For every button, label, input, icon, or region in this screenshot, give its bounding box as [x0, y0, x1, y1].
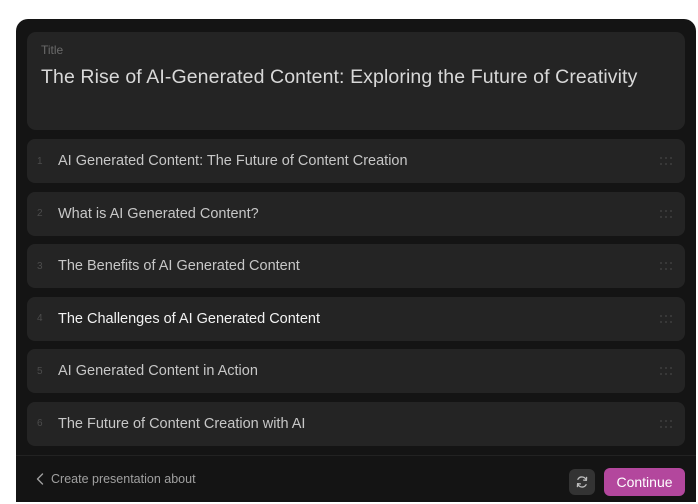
back-button[interactable]: Create presentation about: [36, 456, 196, 502]
title-card[interactable]: Title The Rise of AI-Generated Content: …: [27, 32, 685, 130]
outline-item-number: 1: [37, 155, 43, 167]
outline-item-1[interactable]: 1 AI Generated Content: The Future of Co…: [27, 139, 685, 183]
outline-item-label[interactable]: The Challenges of AI Generated Content: [58, 311, 659, 327]
refresh-button[interactable]: [569, 469, 595, 495]
drag-handle-icon[interactable]: [659, 366, 673, 376]
outline-item-number: 4: [37, 313, 43, 324]
outline-item-label[interactable]: AI Generated Content: The Future of Cont…: [58, 153, 659, 169]
back-button-label: Create presentation about: [51, 472, 196, 486]
outline-item-number: 5: [37, 365, 43, 377]
refresh-icon: [576, 476, 588, 488]
continue-button[interactable]: Continue: [604, 468, 685, 496]
outline-item-label[interactable]: What is AI Generated Content?: [58, 206, 659, 222]
footer-bar: Create presentation about Continue: [16, 455, 696, 502]
outline-item-4[interactable]: 4 The Challenges of AI Generated Content: [27, 296, 685, 341]
outline-item-number: 2: [37, 208, 43, 219]
drag-handle-icon[interactable]: [659, 314, 673, 324]
chevron-left-icon: [36, 473, 44, 485]
outline-item-6[interactable]: 6 The Future of Content Creation with AI: [27, 401, 685, 446]
outline-item-5[interactable]: 5 AI Generated Content in Action: [27, 349, 685, 393]
outline-panel: Title The Rise of AI-Generated Content: …: [16, 19, 696, 502]
outline-item-number: 3: [37, 260, 43, 272]
outline-item-3[interactable]: 3 The Benefits of AI Generated Content: [27, 244, 685, 288]
drag-handle-icon[interactable]: [659, 209, 673, 219]
drag-handle-icon[interactable]: [659, 156, 673, 166]
drag-handle-icon[interactable]: [659, 261, 673, 271]
outline-item-2[interactable]: 2 What is AI Generated Content?: [27, 191, 685, 236]
outline-item-label[interactable]: AI Generated Content in Action: [58, 363, 659, 379]
outline-item-label[interactable]: The Future of Content Creation with AI: [58, 416, 659, 432]
outline-list: 1 AI Generated Content: The Future of Co…: [27, 139, 685, 454]
drag-handle-icon[interactable]: [659, 419, 673, 429]
title-caption: Title: [41, 43, 64, 57]
outline-item-label[interactable]: The Benefits of AI Generated Content: [58, 258, 659, 274]
outline-item-number: 6: [37, 418, 43, 429]
presentation-title[interactable]: The Rise of AI-Generated Content: Explor…: [41, 64, 671, 91]
